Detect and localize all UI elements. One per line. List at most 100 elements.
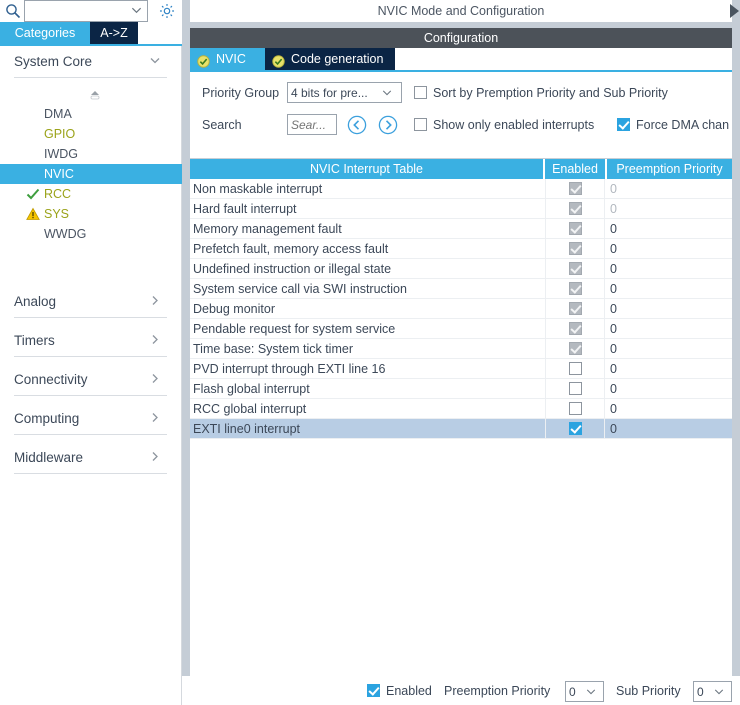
sidebar-item-label: RCC	[44, 187, 72, 201]
nvic-interrupt-table: NVIC Interrupt Table Enabled Preemption …	[190, 158, 732, 676]
sidebar-search-row	[0, 0, 182, 22]
footer-preemption-priority-label: Preemption Priority	[444, 684, 551, 698]
table-cell-preemption-priority: 0	[610, 282, 617, 296]
table-row[interactable]: Non maskable interrupt 0	[190, 179, 732, 199]
table-cell-interrupt-name: Prefetch fault, memory access fault	[193, 242, 389, 256]
table-cell-preemption-priority: 0	[610, 362, 617, 376]
table-cell-enabled	[545, 319, 605, 339]
panel-vertical-scrollbar[interactable]	[732, 72, 740, 676]
sidebar-group-header-middleware[interactable]: Middleware	[14, 442, 167, 474]
table-cell-preemption-priority: 0	[610, 402, 617, 416]
force-dma-channels-label: Force DMA chan	[636, 118, 730, 132]
gear-icon[interactable]	[158, 2, 176, 20]
search-previous-button[interactable]	[347, 115, 367, 135]
stm32cubemx-nvic-configuration-window: Categories A->Z System Core DMA GPIO IWD…	[0, 0, 740, 705]
sidebar-item-gpio[interactable]: GPIO	[0, 124, 182, 144]
sidebar-item-rcc[interactable]: RCC	[0, 184, 182, 204]
sidebar-item-label: DMA	[44, 107, 72, 121]
expand-right-arrow-icon[interactable]	[730, 4, 739, 18]
footer-sub-priority-label: Sub Priority	[616, 684, 681, 698]
sort-by-preemption-checkbox[interactable]	[414, 86, 427, 99]
show-only-enabled-label: Show only enabled interrupts	[433, 118, 595, 132]
chevron-right-icon[interactable]	[149, 450, 161, 465]
show-only-enabled-checkbox[interactable]	[414, 118, 427, 131]
sidebar-item-label: SYS	[44, 207, 70, 221]
table-cell-interrupt-name: RCC global interrupt	[193, 402, 307, 416]
search-icon[interactable]	[5, 3, 21, 19]
footer-sub-priority-select[interactable]: 0	[693, 681, 732, 702]
sidebar-search-box[interactable]	[24, 0, 148, 22]
search-row: Search Show only enabled interrupts	[190, 112, 732, 142]
row-enabled-checkbox[interactable]	[569, 382, 582, 395]
sidebar-group-label: Analog	[14, 294, 57, 309]
chevron-down-icon[interactable]	[149, 54, 161, 69]
table-cell-interrupt-name: Hard fault interrupt	[193, 202, 297, 216]
sidebar-item-nvic[interactable]: NVIC	[0, 164, 182, 184]
sidebar-search-input[interactable]	[25, 1, 147, 21]
table-cell-enabled	[545, 399, 605, 419]
table-cell-preemption-priority: 0	[610, 202, 617, 216]
sidebar-item-label: GPIO	[44, 127, 76, 141]
table-cell-interrupt-name: Memory management fault	[193, 222, 342, 236]
force-dma-channels-checkbox[interactable]	[617, 118, 630, 131]
table-row[interactable]: Pendable request for system service 0	[190, 319, 732, 339]
table-header-preemption-priority[interactable]: Preemption Priority	[607, 159, 732, 179]
priority-group-select[interactable]: 4 bits for pre...	[287, 82, 402, 103]
sidebar-group-header-computing[interactable]: Computing	[14, 403, 167, 435]
sidebar-group-header-system-core[interactable]: System Core	[14, 46, 167, 78]
footer-preemption-priority-select[interactable]: 0	[565, 681, 604, 702]
scroll-up-indicator-icon[interactable]	[88, 90, 102, 102]
sidebar-item-dma[interactable]: DMA	[0, 104, 182, 124]
sidebar-group-header-analog[interactable]: Analog	[14, 286, 167, 318]
table-row[interactable]: Undefined instruction or illegal state 0	[190, 259, 732, 279]
row-enabled-checkbox[interactable]	[569, 422, 582, 435]
table-row[interactable]: Time base: System tick timer 0	[190, 339, 732, 359]
chevron-right-icon[interactable]	[149, 411, 161, 426]
chevron-right-icon[interactable]	[149, 294, 161, 309]
table-cell-preemption-priority: 0	[610, 262, 617, 276]
footer-enabled-checkbox[interactable]	[367, 684, 380, 697]
tab-a-to-z[interactable]: A->Z	[90, 22, 138, 44]
row-enabled-checkbox	[569, 182, 582, 195]
table-row[interactable]: Flash global interrupt 0	[190, 379, 732, 399]
interrupt-search-input[interactable]	[287, 114, 337, 135]
page-title: NVIC Mode and Configuration	[190, 0, 732, 22]
table-header-enabled[interactable]: Enabled	[545, 159, 605, 179]
chevron-down-icon[interactable]	[131, 5, 142, 16]
table-row[interactable]: EXTI line0 interrupt 0	[190, 419, 732, 439]
chevron-right-icon[interactable]	[149, 372, 161, 387]
table-cell-enabled	[545, 219, 605, 239]
table-cell-enabled	[545, 239, 605, 259]
sidebar-group-analog: Analog	[0, 286, 181, 325]
table-row[interactable]: RCC global interrupt 0	[190, 399, 732, 419]
sidebar-group-label: Middleware	[14, 450, 84, 465]
table-row[interactable]: PVD interrupt through EXTI line 16 0	[190, 359, 732, 379]
sidebar-group-header-timers[interactable]: Timers	[14, 325, 167, 357]
tab-code-generation[interactable]: Code generation	[265, 48, 395, 71]
sidebar-tabs: Categories A->Z	[0, 22, 182, 44]
row-enabled-checkbox[interactable]	[569, 402, 582, 415]
table-cell-interrupt-name: Non maskable interrupt	[193, 182, 323, 196]
table-header-interrupt-name[interactable]: NVIC Interrupt Table	[190, 159, 543, 179]
tab-categories[interactable]: Categories	[0, 22, 90, 44]
row-enabled-checkbox[interactable]	[569, 362, 582, 375]
sidebar-group-computing: Computing	[0, 403, 181, 442]
tab-nvic[interactable]: NVIC	[190, 48, 265, 71]
sidebar-item-label: NVIC	[44, 167, 74, 181]
sidebar-item-list-system-core: DMA GPIO IWDG NVIC RCC SYS WWDG	[0, 104, 182, 244]
sidebar-group-header-connectivity[interactable]: Connectivity	[14, 364, 167, 396]
table-row[interactable]: Debug monitor 0	[190, 299, 732, 319]
sidebar-item-wwdg[interactable]: WWDG	[0, 224, 182, 244]
search-next-button[interactable]	[378, 115, 398, 135]
table-cell-interrupt-name: Time base: System tick timer	[193, 342, 353, 356]
table-row[interactable]: Hard fault interrupt 0	[190, 199, 732, 219]
table-row[interactable]: Memory management fault 0	[190, 219, 732, 239]
table-row[interactable]: System service call via SWI instruction 0	[190, 279, 732, 299]
sidebar-item-iwdg[interactable]: IWDG	[0, 144, 182, 164]
chevron-right-icon[interactable]	[149, 333, 161, 348]
priority-group-label: Priority Group	[202, 86, 280, 100]
sidebar-item-sys[interactable]: SYS	[0, 204, 182, 224]
sidebar-group-label: Connectivity	[14, 372, 88, 387]
table-row[interactable]: Prefetch fault, memory access fault 0	[190, 239, 732, 259]
table-cell-enabled	[545, 379, 605, 399]
